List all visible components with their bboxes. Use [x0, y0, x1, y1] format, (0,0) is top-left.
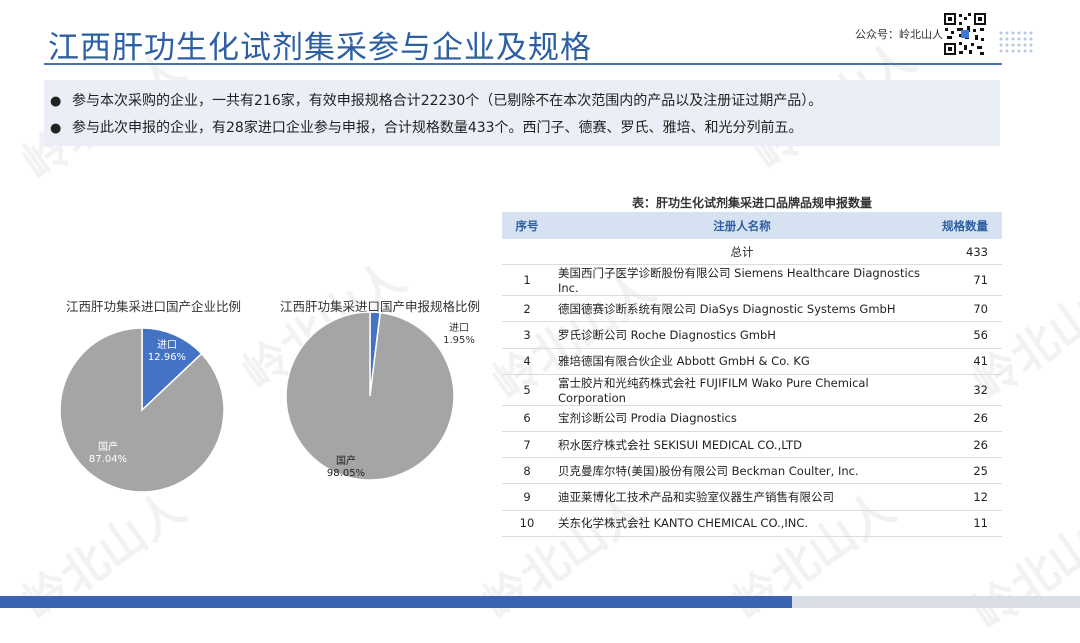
row-name-cell: 雅培德国有限合伙企业 Abbott GmbH & Co. KG: [552, 348, 932, 375]
page-title: 江西肝功生化试剂集采参与企业及规格: [48, 30, 592, 66]
pie-chart-specs: 进口1.95% 国产98.05%: [285, 311, 475, 481]
pie-data-label: 国产: [98, 440, 118, 453]
row-name-cell: 贝克曼库尔特(美国)股份有限公司 Beckman Coulter, Inc.: [552, 457, 932, 485]
row-name-cell: 迪亚莱博化工技术产品和实验室仪器生产销售有限公司: [552, 483, 932, 511]
table-row: 4 雅培德国有限合伙企业 Abbott GmbH & Co. KG 41: [502, 348, 1002, 375]
row-no-cell: 4: [502, 348, 552, 375]
row-count-cell: 25: [932, 457, 1002, 485]
row-no-cell: 8: [502, 457, 552, 485]
import-brand-table: 序号 注册人名称 规格数量 总计 433 1 美国西门子医学诊断股份有限公司 Si…: [502, 212, 1002, 537]
summary-text: 参与此次申报的企业，有28家进口企业参与申报，合计规格数量433个。西门子、德赛…: [72, 120, 803, 136]
bullet-dot-icon: ●: [50, 121, 62, 136]
row-count-cell: 41: [932, 348, 1002, 375]
row-name-cell: 关东化学株式会社 KANTO CHEMICAL CO.,INC.: [552, 510, 932, 537]
row-count-cell: 12: [932, 483, 1002, 511]
row-no-cell: 6: [502, 405, 552, 432]
pie-data-label: 进口: [449, 322, 469, 334]
title-divider: [44, 63, 1002, 65]
summary-bullet: ● 参与本次采购的企业，一共有216家，有效申报规格合计22230个（已剔除不在本…: [44, 88, 1000, 115]
row-name-cell: 宝剂诊断公司 Prodia Diagnostics: [552, 405, 932, 432]
table-row: 10 关东化学株式会社 KANTO CHEMICAL CO.,INC. 11: [502, 510, 1002, 537]
row-no-cell: 7: [502, 431, 552, 459]
pie-data-label: 国产: [336, 454, 356, 467]
row-no-cell: 9: [502, 483, 552, 511]
row-count-cell: 70: [932, 295, 1002, 323]
table-row: 3 罗氏诊断公司 Roche Diagnostics GmbH 56: [502, 321, 1002, 349]
row-no-cell: 5: [502, 374, 552, 406]
row-name-cell: 德国德赛诊断系统有限公司 DiaSys Diagnostic Systems G…: [552, 295, 932, 323]
column-header-name: 注册人名称: [552, 212, 932, 239]
table-row: 5 富士胶片和光纯药株式会社 FUJIFILM Wako Pure Chemica…: [502, 374, 1002, 406]
summary-box: ● 参与本次采购的企业，一共有216家，有效申报规格合计22230个（已剔除不在本…: [44, 80, 1000, 146]
column-header-count: 规格数量: [932, 212, 1002, 239]
table-row: 6 宝剂诊断公司 Prodia Diagnostics 26: [502, 405, 1002, 432]
pie-data-value: 12.96%: [148, 352, 186, 363]
row-count-cell: 26: [932, 405, 1002, 432]
row-name-cell: 美国西门子医学诊断股份有限公司 Siemens Healthcare Diagn…: [552, 264, 932, 297]
table-header-row: 序号 注册人名称 规格数量: [502, 212, 1002, 239]
row-count-cell: 26: [932, 431, 1002, 459]
total-value-cell: 433: [932, 239, 1002, 266]
row-no-cell: 10: [502, 510, 552, 537]
row-name-cell: 富士胶片和光纯药株式会社 FUJIFILM Wako Pure Chemical…: [552, 374, 932, 406]
table-row: 2 德国德赛诊断系统有限公司 DiaSys Diagnostic Systems …: [502, 295, 1002, 323]
row-name-cell: 罗氏诊断公司 Roche Diagnostics GmbH: [552, 321, 932, 349]
row-count-cell: 32: [932, 374, 1002, 406]
summary-text: 参与本次采购的企业，一共有216家，有效申报规格合计22230个（已剔除不在本次…: [72, 93, 823, 109]
row-count-cell: 11: [932, 510, 1002, 537]
row-count-cell: 56: [932, 321, 1002, 349]
summary-bullet: ● 参与此次申报的企业，有28家进口企业参与申报，合计规格数量433个。西门子、德…: [44, 115, 1000, 142]
row-no-cell: 3: [502, 321, 552, 349]
total-label-cell: 总计: [552, 239, 932, 266]
table-total-row: 总计 433: [502, 239, 1002, 266]
pie-data-value: 98.05%: [327, 468, 365, 479]
row-count-cell: 71: [932, 264, 1002, 297]
footer-bar-light: [792, 596, 1080, 608]
table-row: 1 美国西门子医学诊断股份有限公司 Siemens Healthcare Diag…: [502, 264, 1002, 297]
row-no-cell: 1: [502, 264, 552, 297]
pie-slice-domestic: [285, 311, 455, 481]
pie-data-value: 1.95%: [443, 335, 475, 346]
column-header-no: 序号: [502, 212, 552, 239]
qr-code-icon: [943, 12, 987, 56]
pie-data-label: 进口: [157, 339, 177, 351]
table-row: 9 迪亚莱博化工技术产品和实验室仪器生产销售有限公司 12: [502, 483, 1002, 511]
row-name-cell: 积水医疗株式会社 SEKISUI MEDICAL CO.,LTD: [552, 431, 932, 459]
decorative-dots-icon: [999, 31, 1033, 53]
table-row: 7 积水医疗株式会社 SEKISUI MEDICAL CO.,LTD 26: [502, 431, 1002, 459]
bullet-dot-icon: ●: [50, 94, 62, 109]
footer-bar: [0, 596, 1080, 608]
row-no-cell: 2: [502, 295, 552, 323]
table-row: 8 贝克曼库尔特(美国)股份有限公司 Beckman Coulter, Inc. 2…: [502, 457, 1002, 485]
brand-label: 公众号：岭北山人: [855, 28, 943, 41]
table-caption: 表：肝功生化试剂集采进口品牌品规申报数量: [631, 196, 872, 210]
footer-bar-dark: [0, 596, 792, 608]
pie-data-value: 87.04%: [89, 454, 127, 465]
total-no-cell: [502, 239, 552, 266]
pie-chart-enterprises: 进口12.96% 国产87.04%: [59, 327, 225, 493]
